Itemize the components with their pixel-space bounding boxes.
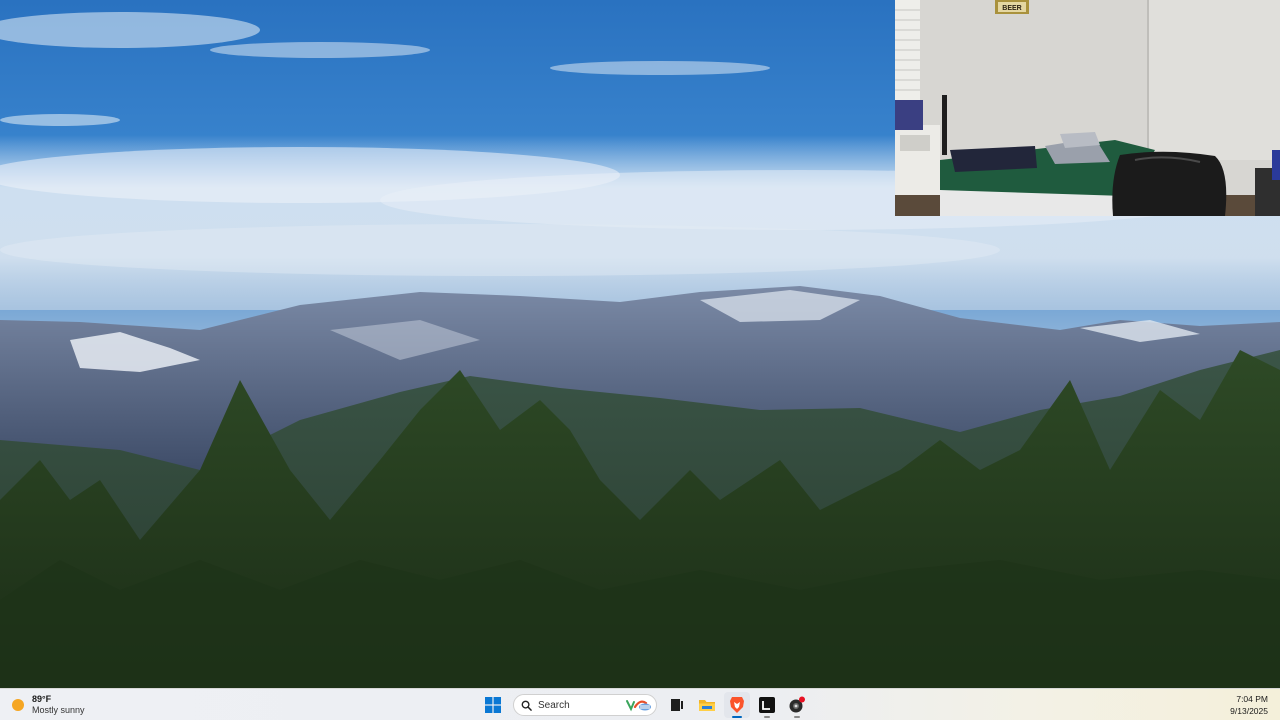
search-icon <box>521 700 532 711</box>
search-highlight-icon <box>626 700 651 712</box>
beer-sign: BEER <box>1002 5 1021 12</box>
taskbar: 89°F Mostly sunny Search 7:04 PM 9/13/20… <box>0 688 1280 720</box>
search-input[interactable]: Search <box>513 694 657 716</box>
file-explorer-button[interactable] <box>694 692 720 718</box>
weather-condition: Mostly sunny <box>32 705 85 715</box>
folder-icon <box>699 700 715 711</box>
webcam-overlay[interactable]: BEER <box>895 0 1280 216</box>
terminal-icon <box>759 697 775 713</box>
desktop: BEER 89°F Mostly sunny Search 7:04 PM 9/… <box>0 0 1280 720</box>
partly-sunny-icon <box>10 697 26 713</box>
obs-studio-button[interactable] <box>784 692 810 718</box>
brave-lion-icon <box>730 697 744 713</box>
start-button[interactable] <box>480 692 506 718</box>
weather-widget[interactable]: 89°F Mostly sunny <box>10 692 85 718</box>
webcam-feed: BEER <box>895 0 1280 216</box>
taskbar-center: Search <box>480 689 810 720</box>
task-view-icon <box>671 699 683 711</box>
search-label: Search <box>538 699 570 711</box>
windows-logo-icon <box>485 697 501 713</box>
system-clock[interactable]: 7:04 PM 9/13/2025 <box>1230 693 1268 717</box>
running-indicator <box>794 716 800 718</box>
terminal-button[interactable] <box>754 692 780 718</box>
clock-date: 9/13/2025 <box>1230 706 1268 716</box>
record-icon <box>789 696 805 713</box>
running-indicator <box>764 716 770 718</box>
task-view-button[interactable] <box>664 692 690 718</box>
running-indicator <box>732 716 742 718</box>
weather-temperature: 89°F <box>32 694 52 704</box>
clock-time: 7:04 PM <box>1236 694 1268 704</box>
brave-browser-button[interactable] <box>724 692 750 718</box>
